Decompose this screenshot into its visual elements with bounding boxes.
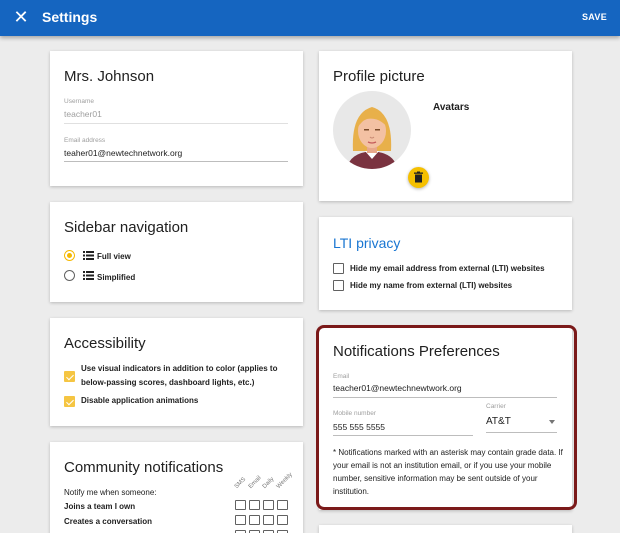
column-weekly: Weekly	[275, 471, 294, 490]
profile-picture-title: Profile picture	[333, 68, 425, 85]
account-card: Mrs. Johnson Username teacher01 Email ad…	[50, 51, 303, 186]
community-notifications-title: Community notifications	[64, 459, 224, 476]
row-creates-conversation: Creates a conversation	[64, 517, 153, 526]
joins-team-email-checkbox[interactable]	[249, 500, 260, 510]
sidebar-navigation-card: Sidebar navigation Full view Simplified	[50, 202, 303, 302]
column-sms: SMS	[233, 476, 248, 490]
highlight-frame	[316, 325, 577, 510]
full-view-label: Full view	[97, 252, 131, 261]
account-name: Mrs. Johnson	[64, 68, 155, 85]
list-icon	[83, 251, 94, 260]
list-simple-icon	[83, 271, 94, 280]
creates-conversation-sms-checkbox[interactable]	[235, 515, 246, 525]
avatar-illustration	[347, 107, 397, 169]
page-title: Settings	[42, 9, 98, 25]
creates-conversation-weekly-checkbox[interactable]	[277, 515, 288, 525]
email-underline	[64, 161, 288, 162]
avatars-label: Avatars	[433, 102, 470, 113]
lti-privacy-card: LTI privacy Hide my email address from e…	[319, 217, 572, 310]
username-label: Username	[64, 98, 94, 105]
username-underline	[64, 123, 288, 124]
full-view-radio[interactable]	[64, 250, 75, 261]
column-email: Email	[247, 475, 263, 490]
close-icon[interactable]: ✕	[12, 8, 30, 26]
community-intro: Notify me when someone:	[64, 488, 157, 497]
hide-email-checkbox[interactable]	[333, 263, 344, 274]
profile-picture-card: Profile picture Avatars	[319, 51, 572, 201]
hide-email-label: Hide my email address from external (LTI…	[350, 264, 545, 273]
accessibility-title: Accessibility	[64, 335, 146, 352]
simplified-label: Simplified	[97, 273, 136, 282]
hide-name-label: Hide my name from external (LTI) website…	[350, 281, 513, 290]
top-app-bar: ✕ Settings SAVE	[0, 0, 620, 36]
row-joins-team: Joins a team I own	[64, 502, 136, 511]
email-field[interactable]: teaher01@newtechnetwork.org	[64, 148, 182, 158]
avatar[interactable]	[333, 91, 411, 169]
hide-name-checkbox[interactable]	[333, 280, 344, 291]
joins-team-sms-checkbox[interactable]	[235, 500, 246, 510]
creates-conversation-daily-checkbox[interactable]	[263, 515, 274, 525]
username-field: teacher01	[64, 109, 102, 119]
sidebar-navigation-title: Sidebar navigation	[64, 219, 189, 236]
accessibility-card: Accessibility Use visual indicators in a…	[50, 318, 303, 426]
save-button[interactable]: SAVE	[582, 12, 607, 22]
simplified-radio[interactable]	[64, 270, 75, 281]
lower-card	[319, 525, 572, 533]
creates-conversation-email-checkbox[interactable]	[249, 515, 260, 525]
joins-team-weekly-checkbox[interactable]	[277, 500, 288, 510]
joins-team-daily-checkbox[interactable]	[263, 500, 274, 510]
visual-indicators-label: Use visual indicators in addition to col…	[81, 364, 278, 387]
column-daily: Daily	[261, 476, 276, 490]
trash-icon	[414, 171, 423, 183]
disable-animations-checkbox[interactable]	[64, 396, 75, 407]
disable-animations-label: Disable application animations	[81, 396, 199, 405]
lti-privacy-title: LTI privacy	[333, 235, 401, 251]
visual-indicators-checkbox[interactable]	[64, 371, 75, 382]
community-notifications-card: Community notifications Notify me when s…	[50, 442, 303, 533]
email-label: Email address	[64, 137, 106, 144]
delete-avatar-button[interactable]	[408, 167, 429, 188]
